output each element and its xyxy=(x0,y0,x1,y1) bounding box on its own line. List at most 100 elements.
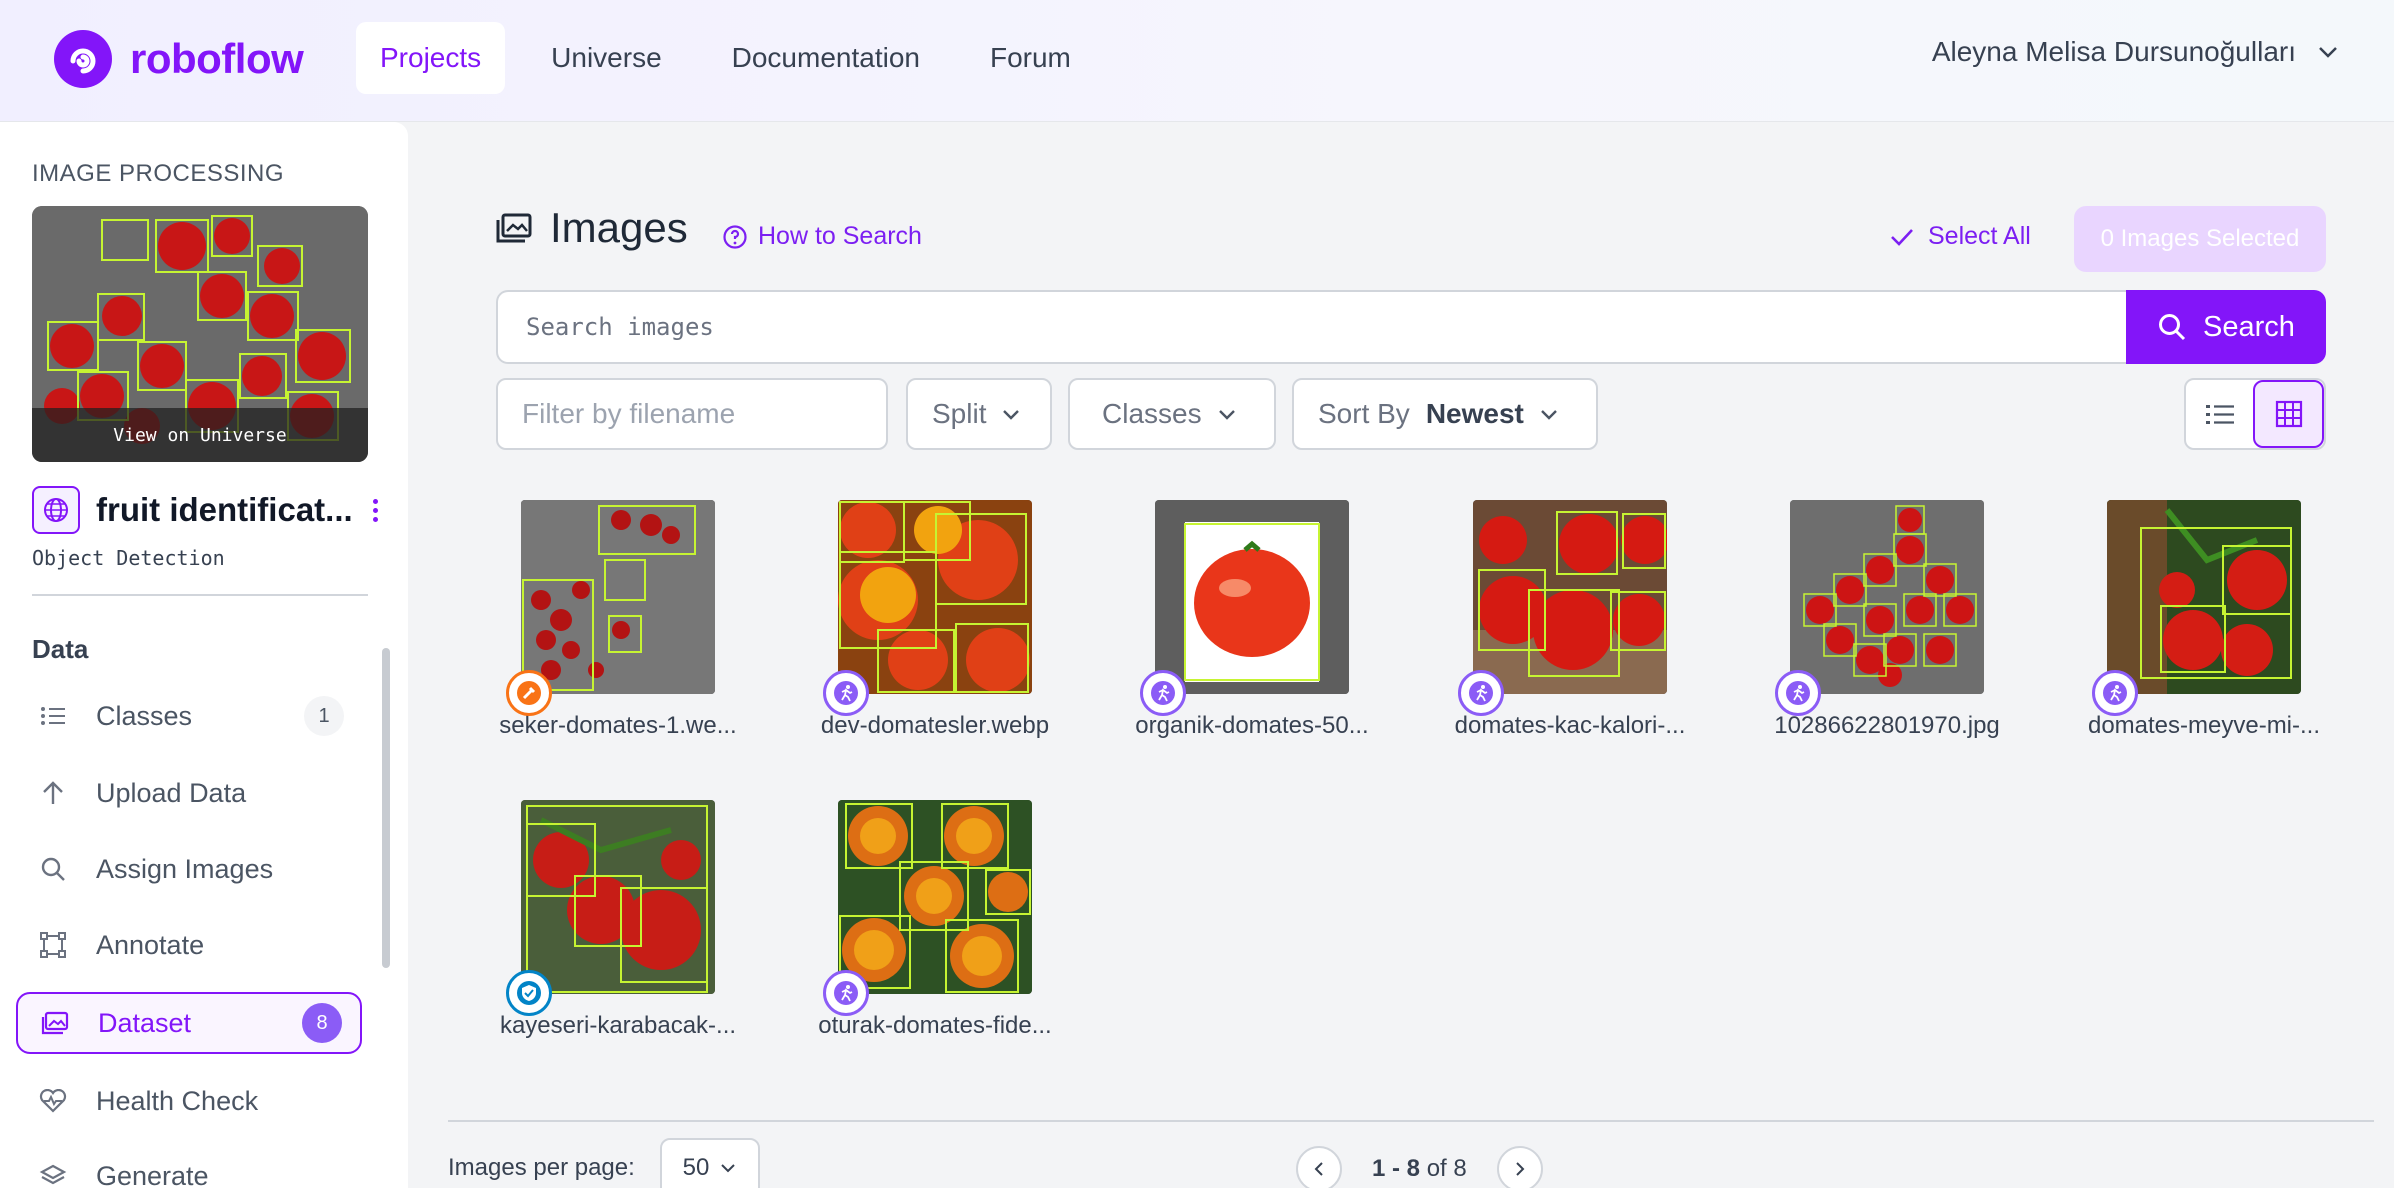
assigned-runner-icon xyxy=(1458,670,1504,716)
view-toggle xyxy=(2184,378,2326,450)
image-filename: organik-domates-50... xyxy=(1135,712,1369,739)
project-header: fruit identificat... xyxy=(32,486,382,534)
sidebar-item-upload-data[interactable]: Upload Data xyxy=(16,762,362,824)
search-button-label: Search xyxy=(2203,310,2295,343)
image-thumbnail xyxy=(521,500,715,694)
images-header: Images xyxy=(496,204,688,252)
sidebar-item-assign-images[interactable]: Assign Images xyxy=(16,838,362,900)
annotate-icon xyxy=(38,932,68,958)
image-tile[interactable]: kayeseri-karabacak-... xyxy=(488,800,748,1040)
nav-forum[interactable]: Forum xyxy=(966,22,1095,94)
nav-projects[interactable]: Projects xyxy=(356,22,506,94)
assigned-runner-icon xyxy=(1140,670,1186,716)
layers-icon xyxy=(38,1163,68,1188)
kebab-menu-icon[interactable] xyxy=(370,498,380,522)
project-thumbnail[interactable]: View on Universe xyxy=(32,206,368,462)
image-thumbnail xyxy=(1473,500,1667,694)
image-thumbnail xyxy=(838,800,1032,994)
image-filename: 10286622801970.jpg xyxy=(1774,712,2000,739)
image-tile[interactable]: dev-domatesler.webp xyxy=(805,500,1065,740)
prev-page-button[interactable] xyxy=(1296,1146,1342,1188)
heartbeat-icon xyxy=(38,1089,68,1113)
sort-value: Newest xyxy=(1425,398,1524,429)
how-to-search-label: How to Search xyxy=(758,222,922,250)
sidebar-item-generate[interactable]: Generate xyxy=(16,1145,362,1188)
search-icon xyxy=(38,856,68,882)
sidebar-item-label: Annotate xyxy=(96,929,205,960)
image-thumbnail xyxy=(2107,500,2301,694)
search-input[interactable]: Search images xyxy=(496,290,2126,364)
user-menu[interactable]: Aleyna Melisa Dursunoğulları xyxy=(1932,36,2340,68)
filename-filter-input[interactable]: Filter by filename xyxy=(496,378,888,450)
classes-count-badge: 1 xyxy=(304,696,344,736)
sidebar-item-label: Classes xyxy=(96,700,193,731)
search-button[interactable]: Search xyxy=(2126,290,2326,364)
sidebar-item-label: Upload Data xyxy=(96,777,247,808)
chevron-down-icon xyxy=(1218,410,1235,420)
image-thumbnail xyxy=(1790,500,1984,694)
sort-label: Sort By xyxy=(1318,398,1410,429)
sidebar-item-classes[interactable]: Classes 1 xyxy=(16,685,362,747)
footer-divider xyxy=(448,1120,2374,1122)
images-per-page-label: Images per page: xyxy=(448,1154,635,1181)
workspace-section-label: IMAGE PROCESSING xyxy=(32,160,285,187)
check-icon xyxy=(1891,228,1913,246)
chevron-left-icon xyxy=(1314,1162,1323,1176)
filename-filter-placeholder: Filter by filename xyxy=(522,398,736,429)
project-type: Object Detection xyxy=(32,546,225,570)
pagination: 1 - 8 of 8 xyxy=(1296,1146,1543,1188)
top-navbar: roboflow Projects Universe Documentation… xyxy=(0,0,2394,122)
image-thumbnail xyxy=(521,800,715,994)
sidebar-item-dataset[interactable]: Dataset 8 xyxy=(16,992,362,1054)
how-to-search-link[interactable]: How to Search xyxy=(722,222,922,251)
image-tile[interactable]: oturak-domates-fide... xyxy=(805,800,1065,1040)
nav-documentation[interactable]: Documentation xyxy=(708,22,944,94)
sidebar-item-annotate[interactable]: Annotate xyxy=(16,914,362,976)
images-icon xyxy=(496,213,532,243)
image-tile[interactable]: organik-domates-50... xyxy=(1122,500,1382,740)
select-all-button[interactable]: Select All xyxy=(1890,222,2031,251)
image-filename: seker-domates-1.we... xyxy=(499,712,737,739)
image-tile[interactable]: domates-meyve-mi-... xyxy=(2074,500,2334,740)
grid-icon xyxy=(2275,400,2302,428)
images-icon xyxy=(40,1011,70,1035)
sidebar-item-label: Assign Images xyxy=(96,853,274,884)
image-filename: kayeseri-karabacak-... xyxy=(499,1012,737,1039)
sidebar-divider xyxy=(32,594,368,596)
image-filename: dev-domatesler.webp xyxy=(820,712,1050,739)
page-range: 1 - 8 xyxy=(1372,1155,1421,1182)
sidebar-scrollbar[interactable] xyxy=(382,648,390,968)
next-page-button[interactable] xyxy=(1496,1146,1543,1188)
sidebar-item-label: Dataset xyxy=(98,1007,192,1038)
list-view-button[interactable] xyxy=(2186,380,2253,448)
roboflow-logo[interactable]: roboflow xyxy=(54,30,304,88)
sidebar-item-label: Generate xyxy=(96,1160,209,1188)
brand-name: roboflow xyxy=(130,35,304,82)
nav-universe[interactable]: Universe xyxy=(527,22,685,94)
upload-icon xyxy=(38,780,68,806)
search-icon xyxy=(2159,314,2186,341)
image-tile[interactable]: 10286622801970.jpg xyxy=(1757,500,2017,740)
globe-icon xyxy=(32,486,80,534)
image-tile[interactable]: seker-domates-1.we... xyxy=(488,500,748,740)
split-label: Split xyxy=(932,398,987,429)
sort-dropdown[interactable]: Sort By Newest xyxy=(1292,378,1598,450)
sidebar-item-health-check[interactable]: Health Check xyxy=(16,1070,362,1132)
page-title: Images xyxy=(550,204,688,251)
image-tile[interactable]: domates-kac-kalori-... xyxy=(1440,500,1700,740)
project-name: fruit identificat... xyxy=(96,491,353,528)
approved-shield-icon xyxy=(506,970,552,1016)
main-nav: Projects Universe Documentation Forum xyxy=(356,22,1117,94)
classes-dropdown[interactable]: Classes xyxy=(1068,378,1276,450)
grid-view-button[interactable] xyxy=(2253,380,2324,448)
images-selected-button[interactable]: 0 Images Selected xyxy=(2074,206,2326,272)
assigned-runner-icon xyxy=(823,670,869,716)
dataset-count-badge: 8 xyxy=(302,1003,342,1043)
page-total: of 8 xyxy=(1426,1155,1467,1182)
split-dropdown[interactable]: Split xyxy=(906,378,1052,450)
images-per-page-value: 50 xyxy=(682,1154,710,1181)
chevron-down-icon xyxy=(1541,410,1557,420)
images-per-page-select[interactable]: 50 xyxy=(660,1138,760,1188)
view-on-universe-button[interactable]: View on Universe xyxy=(32,408,368,462)
help-circle-icon xyxy=(723,224,747,249)
